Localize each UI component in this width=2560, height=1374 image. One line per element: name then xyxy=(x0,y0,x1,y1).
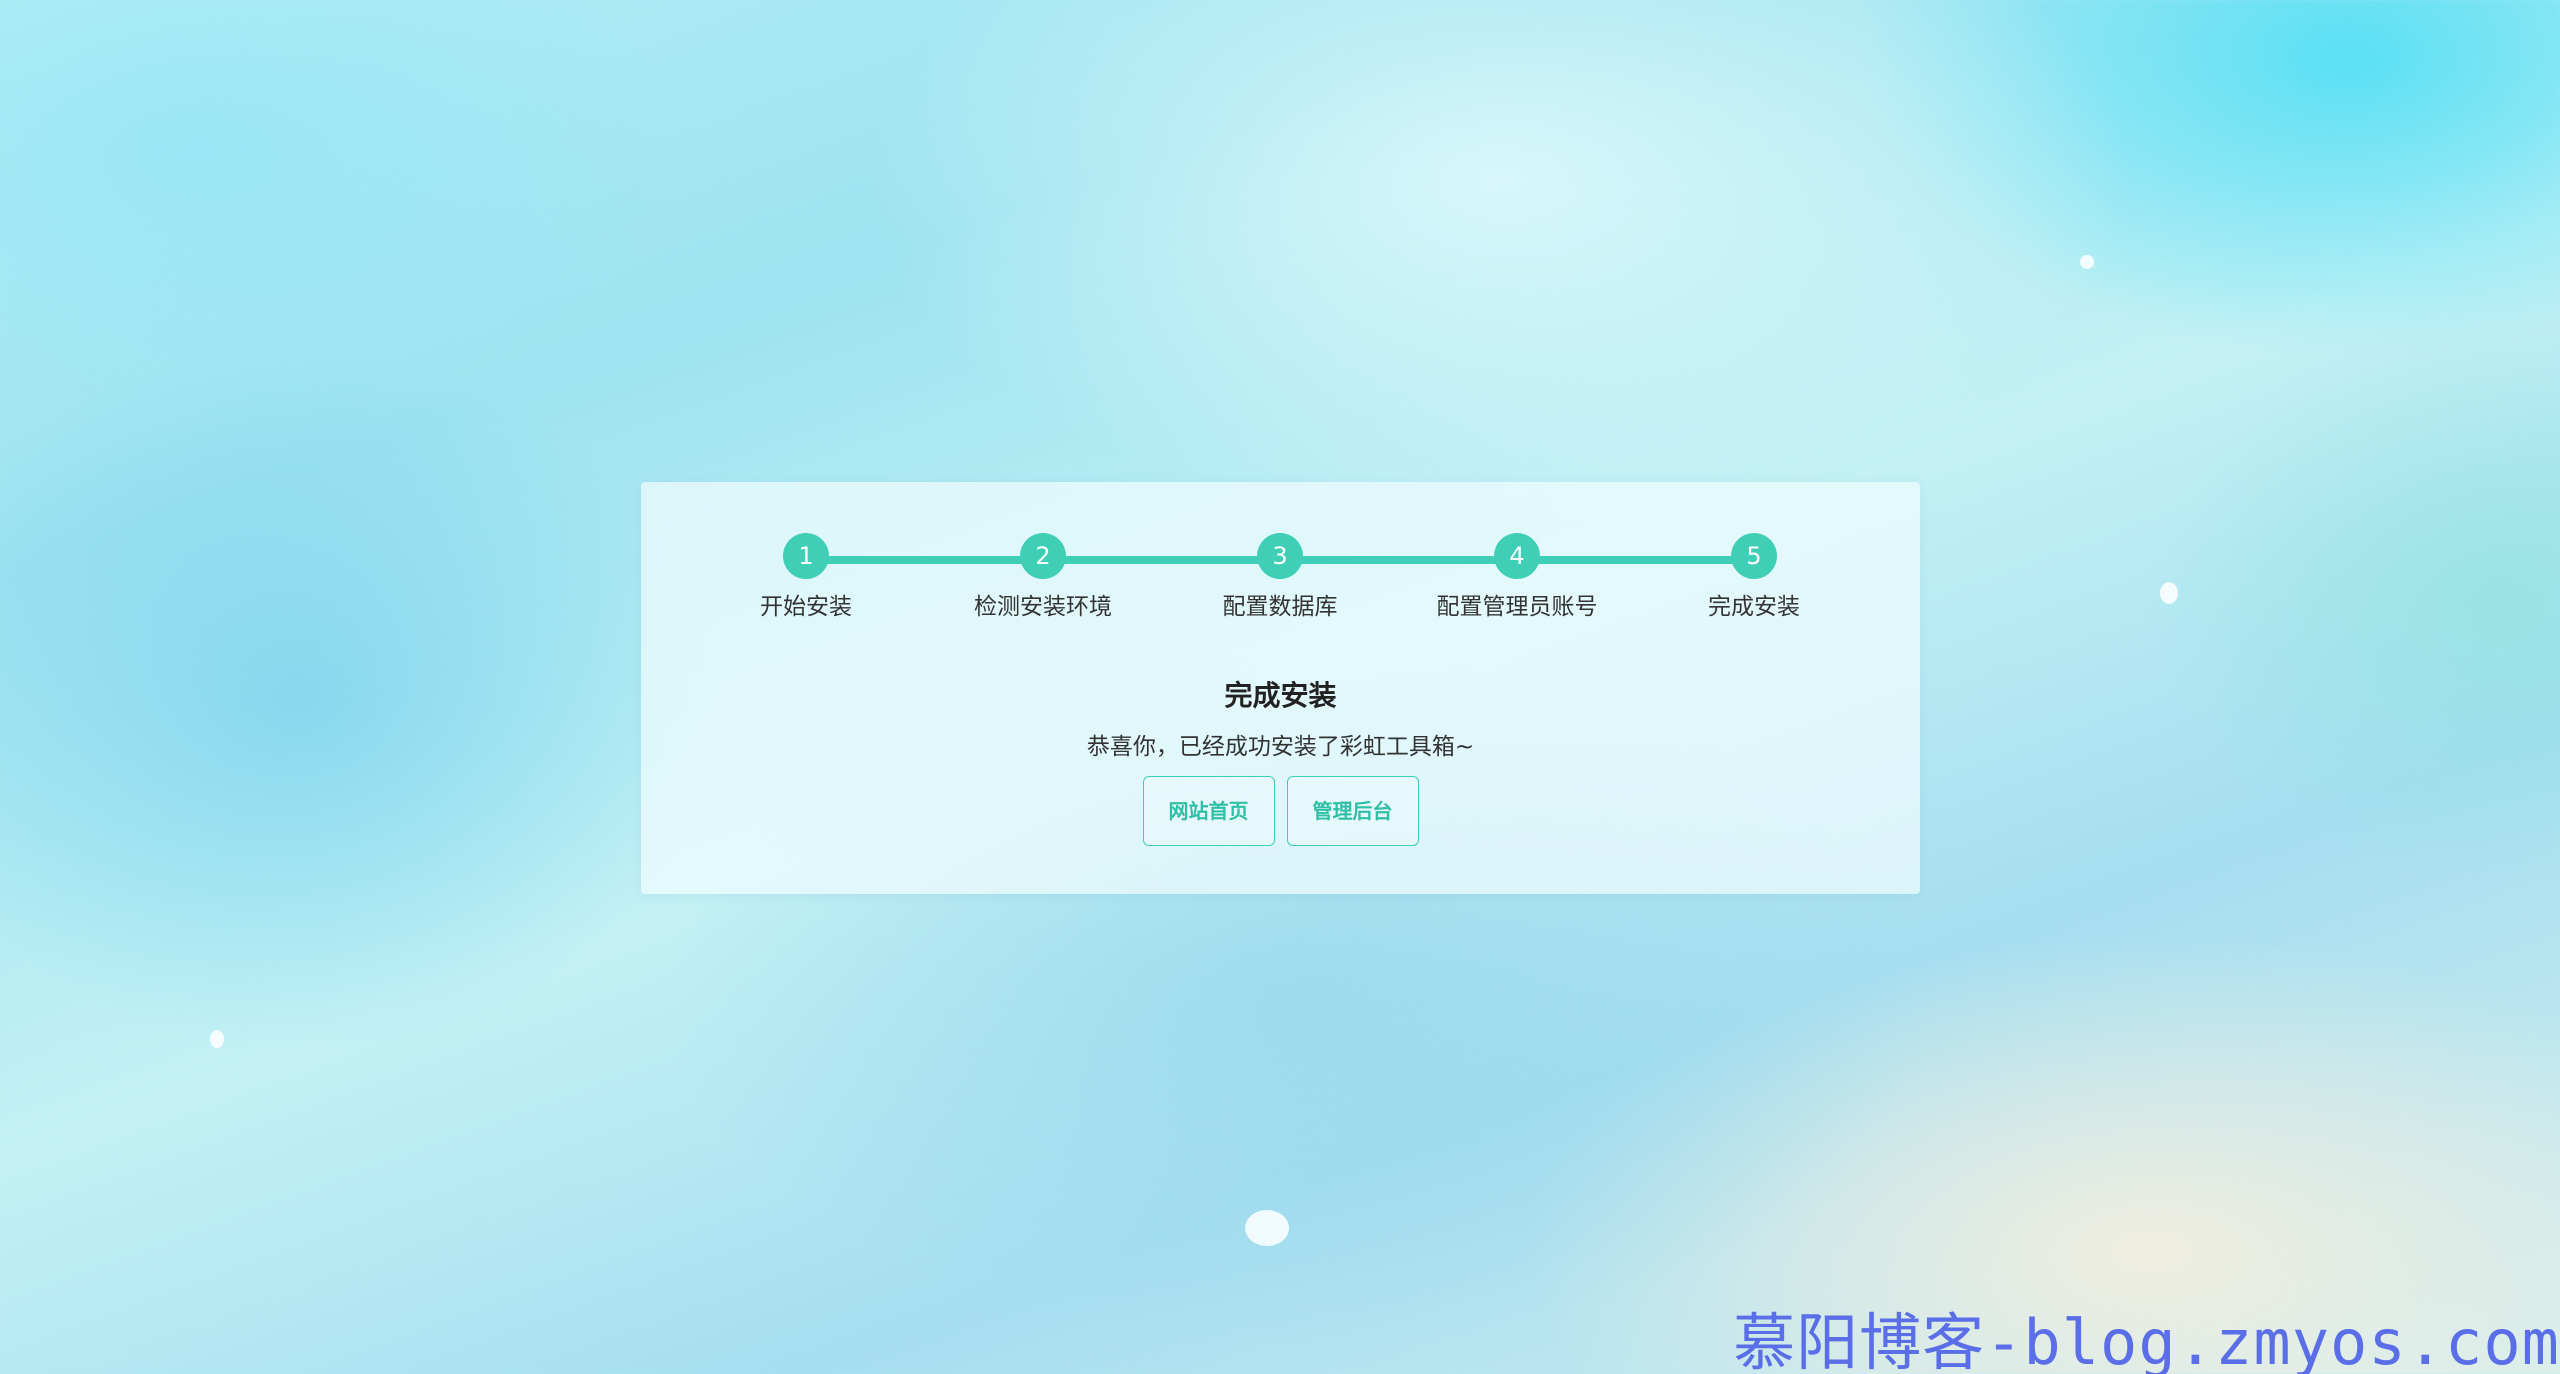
step-number: 1 xyxy=(783,533,829,579)
step-configure-admin: 4 配置管理员账号 xyxy=(1417,533,1617,621)
background-splash xyxy=(2160,582,2178,604)
step-label: 配置数据库 xyxy=(1222,594,1338,620)
step-number: 3 xyxy=(1257,533,1303,579)
admin-button[interactable]: 管理后台 xyxy=(1286,776,1419,846)
step-label: 检测安装环境 xyxy=(974,594,1112,620)
background-splash xyxy=(1245,1210,1289,1246)
home-button[interactable]: 网站首页 xyxy=(1142,776,1275,846)
step-label: 完成安装 xyxy=(1708,594,1800,620)
result-message: 恭喜你，已经成功安装了彩虹工具箱~ xyxy=(1086,734,1475,760)
background-splash xyxy=(210,1030,224,1048)
step-number: 4 xyxy=(1494,533,1540,579)
watermark-text: 慕阳博客-blog.zmyos.com xyxy=(1733,1306,2560,1374)
step-number: 5 xyxy=(1731,533,1777,579)
step-start-install: 1 开始安装 xyxy=(706,533,906,621)
step-configure-database: 3 配置数据库 xyxy=(1180,533,1380,621)
step-number: 2 xyxy=(1020,533,1066,579)
result-title: 完成安装 xyxy=(1224,679,1337,712)
install-panel: 1 开始安装 2 检测安装环境 3 配置数据库 4 配置管理员账号 5 完成安装… xyxy=(641,482,1920,894)
action-buttons: 网站首页 管理后台 xyxy=(641,776,1920,846)
step-finish-install: 5 完成安装 xyxy=(1654,533,1854,621)
install-progress-steps: 1 开始安装 2 检测安装环境 3 配置数据库 4 配置管理员账号 5 完成安装 xyxy=(641,533,1920,633)
step-label: 开始安装 xyxy=(760,594,852,620)
background-splash xyxy=(2080,255,2094,269)
step-check-environment: 2 检测安装环境 xyxy=(943,533,1143,621)
step-label: 配置管理员账号 xyxy=(1436,594,1598,620)
